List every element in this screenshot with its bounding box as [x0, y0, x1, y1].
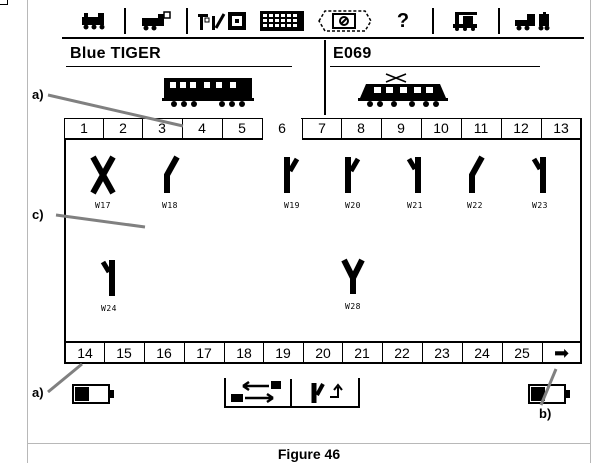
- caption-rule: [27, 443, 591, 444]
- callout-a-bottom: a): [32, 385, 44, 400]
- callout-b: b): [539, 406, 552, 421]
- callout-lines: [47, 93, 558, 406]
- callout-a-top: a): [32, 87, 44, 102]
- figure-caption: Figure 46: [277, 446, 341, 462]
- callout-c: c): [32, 207, 44, 222]
